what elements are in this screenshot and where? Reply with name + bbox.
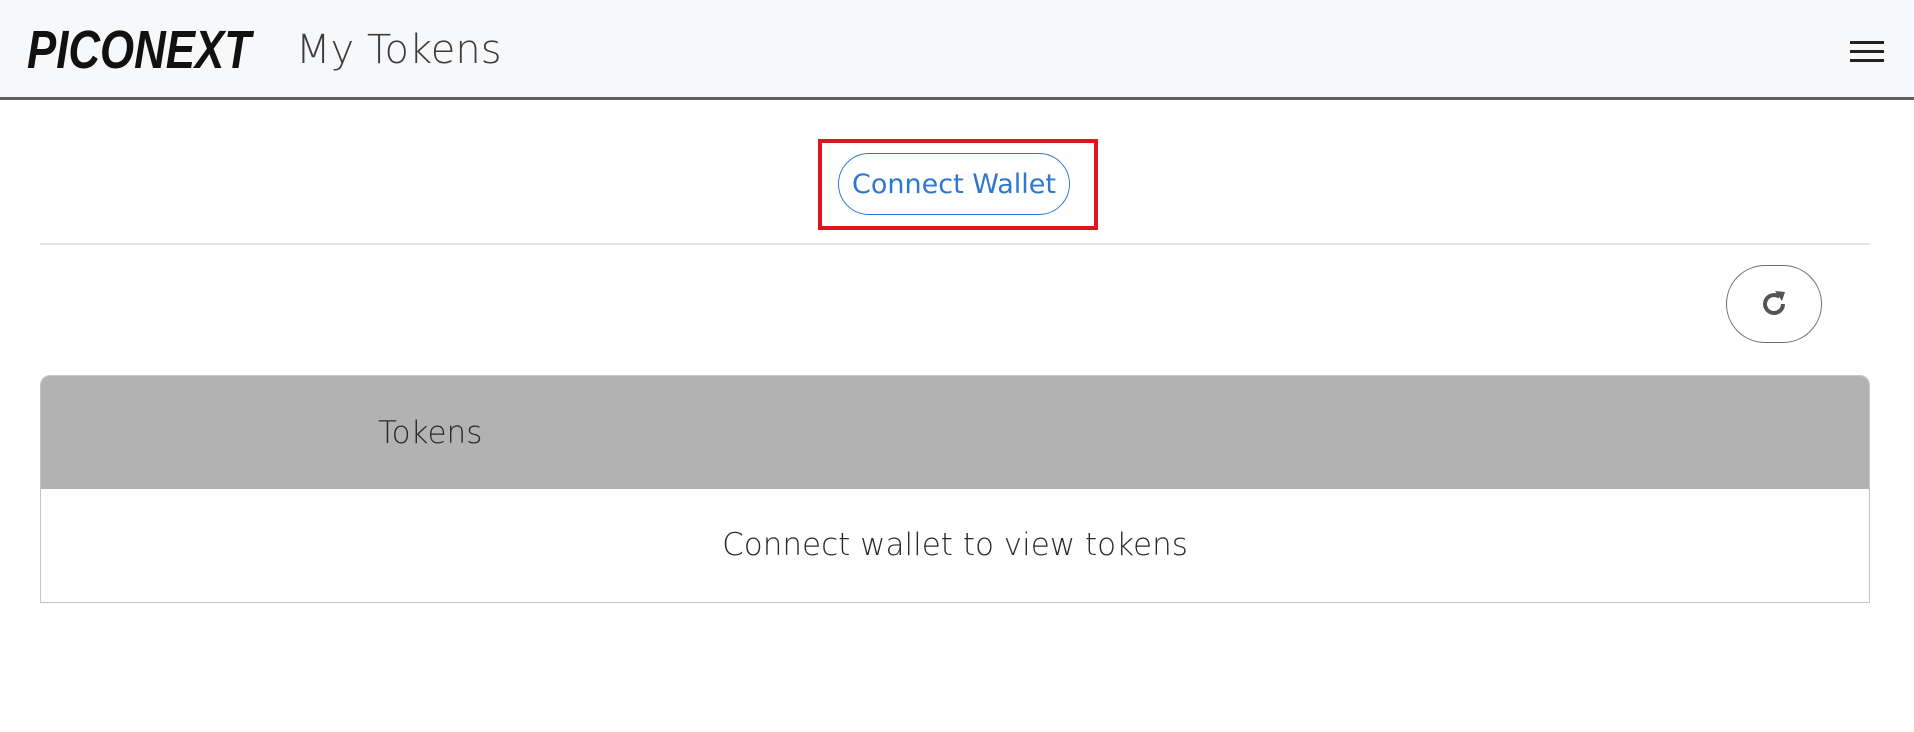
top-navbar: PICONEXT My Tokens: [0, 0, 1914, 100]
tokens-table: Tokens Connect wallet to view tokens: [40, 375, 1870, 603]
hamburger-menu-icon-bar-middle: [1850, 50, 1884, 53]
brand-logo-text: PICONEXT: [27, 22, 254, 78]
section-divider: [40, 243, 1870, 245]
hamburger-menu-icon-bar-top: [1850, 41, 1884, 44]
table-empty-message: Connect wallet to view tokens: [41, 489, 1869, 602]
table-header: Tokens: [41, 376, 1869, 489]
piconext-logo[interactable]: PICONEXT: [27, 22, 254, 78]
page-title: My Tokens: [296, 27, 502, 73]
menu-button[interactable]: [1848, 34, 1886, 66]
column-header-tokens: Tokens: [378, 415, 483, 451]
refresh-icon: [1763, 291, 1785, 315]
hamburger-menu-icon-bar-bottom: [1850, 59, 1884, 62]
refresh-button[interactable]: [1726, 265, 1822, 343]
connect-wallet-button[interactable]: Connect Wallet: [838, 153, 1070, 215]
